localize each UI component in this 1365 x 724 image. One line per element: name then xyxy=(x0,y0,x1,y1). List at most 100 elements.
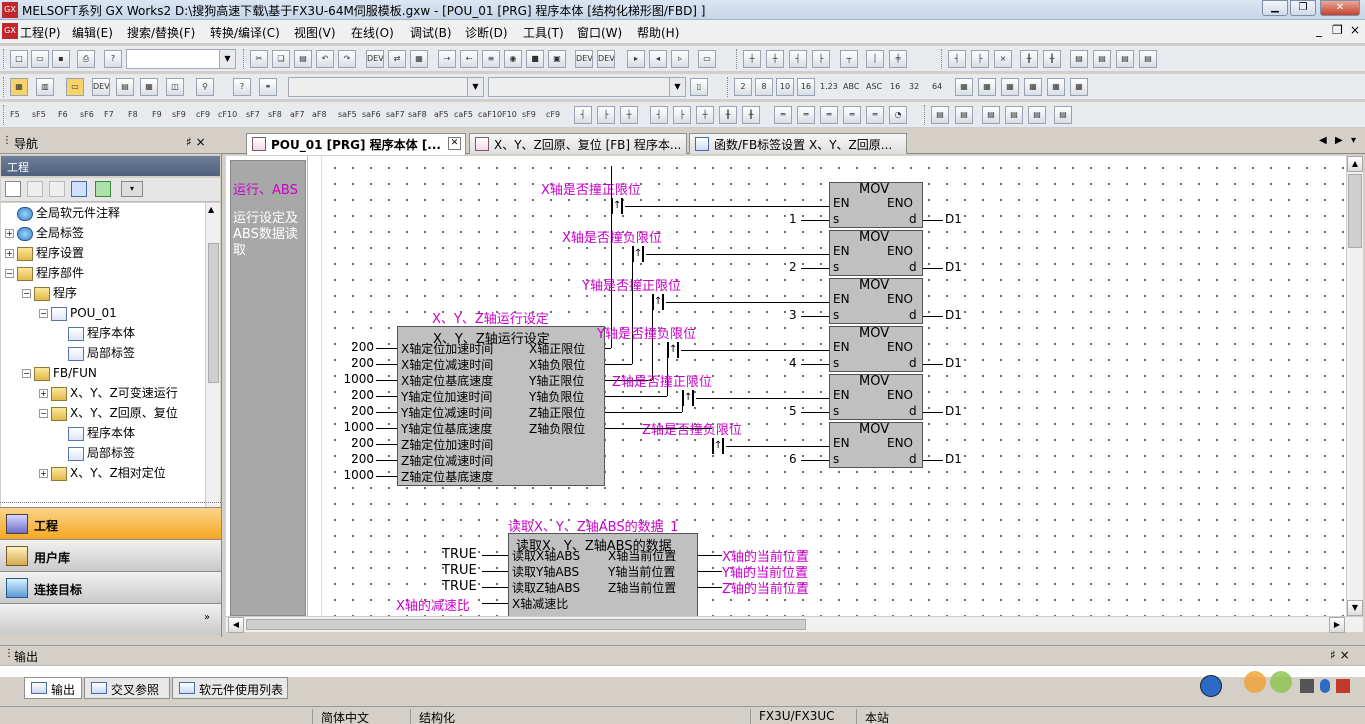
tree-node[interactable]: − POU_01 xyxy=(39,303,117,323)
tab-cross-reference[interactable]: 交叉参照 xyxy=(84,677,170,699)
help-icon[interactable]: ? xyxy=(104,50,122,68)
ladder-icon[interactable]: ╫ xyxy=(1043,50,1061,68)
ladder-edit-icon[interactable]: ┤ xyxy=(574,106,592,124)
expand-icon[interactable]: + xyxy=(39,389,48,398)
tab-close-icon[interactable]: ✕ xyxy=(448,137,461,150)
device-list-icon[interactable]: ▤ xyxy=(116,78,134,96)
nav-overflow[interactable]: » xyxy=(0,603,221,635)
expand-icon[interactable]: + xyxy=(5,229,14,238)
restore-button[interactable]: ❐ xyxy=(1290,0,1316,16)
nav-button-library[interactable]: 用户库 xyxy=(0,539,221,571)
tree-node[interactable]: 全局软元件注释 xyxy=(5,203,120,223)
rung-comment[interactable]: 运行、ABS 运行设定及ABS数据读取 xyxy=(230,160,306,616)
fbd-icon[interactable]: ┼ xyxy=(743,50,761,68)
device-icon[interactable]: ▦ xyxy=(1070,78,1088,96)
toolbar-grip[interactable] xyxy=(243,49,246,69)
project-view-icon[interactable]: ▦ xyxy=(10,78,28,96)
ladder-edit-icon[interactable]: ╫ xyxy=(742,106,760,124)
mdi-minimize-button[interactable]: _ xyxy=(1316,23,1322,37)
fbd-icon[interactable]: ┬ xyxy=(840,50,858,68)
menu-online[interactable]: 在线(O) xyxy=(351,24,394,41)
fkey-pulse-icon[interactable]: aF7 xyxy=(290,106,305,124)
fkey-line-icon[interactable]: cF9 xyxy=(196,106,210,124)
expand-icon[interactable]: + xyxy=(5,249,14,258)
device-icon[interactable]: ▦ xyxy=(1001,78,1019,96)
convert-icon[interactable]: ⇄ xyxy=(388,50,406,68)
comment-icon[interactable]: ▤ xyxy=(1005,106,1023,124)
display-dec-icon[interactable]: 10 xyxy=(776,78,794,96)
ladder-edit-icon[interactable]: ╫ xyxy=(719,106,737,124)
ladder-edit-icon[interactable]: ┼ xyxy=(620,106,638,124)
rising-edge-contact[interactable]: ↑ xyxy=(667,342,679,358)
rising-edge-contact[interactable]: ↑ xyxy=(652,294,664,310)
fkey-line-icon[interactable]: cF9 xyxy=(546,106,560,124)
grip-icon[interactable]: ⋮ xyxy=(2,135,12,146)
menu-search[interactable]: 搜索/替换(F) xyxy=(127,24,195,41)
nav-button-project[interactable]: 工程 xyxy=(0,507,221,539)
display-real-icon[interactable]: 1.23 xyxy=(820,78,838,96)
monitor-write-icon[interactable]: ▣ xyxy=(548,50,566,68)
cut-icon[interactable]: ✂ xyxy=(250,50,268,68)
scroll-thumb[interactable] xyxy=(246,619,806,630)
mdi-close-button[interactable]: × xyxy=(1350,23,1360,37)
close-button[interactable]: ✕ xyxy=(1320,0,1360,16)
toolbar-grip[interactable] xyxy=(924,105,927,125)
ladder-icon[interactable]: ├ xyxy=(971,50,989,68)
label-icon[interactable]: ▦ xyxy=(140,78,158,96)
scroll-right-icon[interactable]: ▶ xyxy=(1329,617,1345,633)
paste-icon[interactable]: ▤ xyxy=(294,50,312,68)
copy-icon[interactable] xyxy=(27,181,43,197)
toolbar-combo[interactable]: ▼ xyxy=(126,49,236,69)
toolbar-grip[interactable] xyxy=(736,49,739,69)
device-batch-icon[interactable]: DEV xyxy=(575,50,593,68)
device-icon[interactable]: ◫ xyxy=(166,78,184,96)
fkey-invert-icon[interactable]: aF5 xyxy=(434,106,449,124)
fkey-line-icon[interactable]: F10 xyxy=(502,106,517,124)
display-64bit-icon[interactable]: 64 xyxy=(932,78,942,96)
compile-icon[interactable]: ▦ xyxy=(410,50,428,68)
toolbar-grip[interactable] xyxy=(727,77,730,97)
new-data-icon[interactable] xyxy=(5,181,21,197)
display-32bit-icon[interactable]: 32 xyxy=(909,78,919,96)
refresh-icon[interactable] xyxy=(95,181,111,197)
device-test-icon[interactable]: DEV xyxy=(597,50,615,68)
fkey-pulse-icon[interactable]: saF7 xyxy=(386,106,405,124)
tree-node[interactable]: + 全局标签 xyxy=(5,223,84,243)
ladder-edit-icon[interactable]: ═ xyxy=(866,106,884,124)
ime-icon[interactable] xyxy=(1200,675,1222,697)
toolbar-grip[interactable] xyxy=(3,49,6,69)
sim-stop-icon[interactable]: ◂ xyxy=(649,50,667,68)
device-icon[interactable]: ▦ xyxy=(978,78,996,96)
tab-list-icon[interactable]: ▾ xyxy=(1351,135,1356,146)
binoculars-icon[interactable]: ⚭ xyxy=(259,78,277,96)
ladder-icon[interactable]: × xyxy=(994,50,1012,68)
save-icon[interactable]: ▪ xyxy=(52,50,70,68)
menu-debug[interactable]: 调试(B) xyxy=(410,24,452,41)
scroll-down-icon[interactable]: ▼ xyxy=(1347,600,1363,616)
nav-button-connection[interactable]: 连接目标 xyxy=(0,571,221,603)
tree-node[interactable]: 局部标签 xyxy=(56,343,135,363)
ladder-icon[interactable]: ▤ xyxy=(1116,50,1134,68)
comment-icon[interactable]: ▤ xyxy=(1054,106,1072,124)
tree-node[interactable]: − FB/FUN xyxy=(22,363,97,383)
mdi-restore-button[interactable]: ❐ xyxy=(1332,23,1343,37)
redo-icon[interactable]: ↷ xyxy=(338,50,356,68)
rising-edge-contact[interactable]: ↑ xyxy=(682,390,694,406)
display-abc-icon[interactable]: ABC xyxy=(843,78,859,96)
expand-icon[interactable]: + xyxy=(39,469,48,478)
collapse-icon[interactable]: − xyxy=(39,309,48,318)
fkey-pulse-icon[interactable]: saF5 xyxy=(338,106,357,124)
tree-node[interactable]: + 程序设置 xyxy=(5,243,84,263)
fkey-coil-icon[interactable]: F7 xyxy=(104,106,114,124)
ladder-edit-icon[interactable]: ├ xyxy=(597,106,615,124)
fkey-line-icon[interactable]: sF9 xyxy=(522,106,536,124)
open-icon[interactable]: ▭ xyxy=(31,50,49,68)
print-icon[interactable]: ⎙ xyxy=(77,50,95,68)
tree-node[interactable]: 局部标签 xyxy=(56,443,135,463)
chevron-right-icon[interactable]: » xyxy=(204,612,210,623)
fbd-icon[interactable]: ┤ xyxy=(789,50,807,68)
ladder-edit-icon[interactable]: ┤ xyxy=(650,106,668,124)
collapse-icon[interactable]: − xyxy=(5,269,14,278)
display-16bit-icon[interactable]: 16 xyxy=(890,78,900,96)
fkey-contact-icon[interactable]: F6 xyxy=(58,106,68,124)
